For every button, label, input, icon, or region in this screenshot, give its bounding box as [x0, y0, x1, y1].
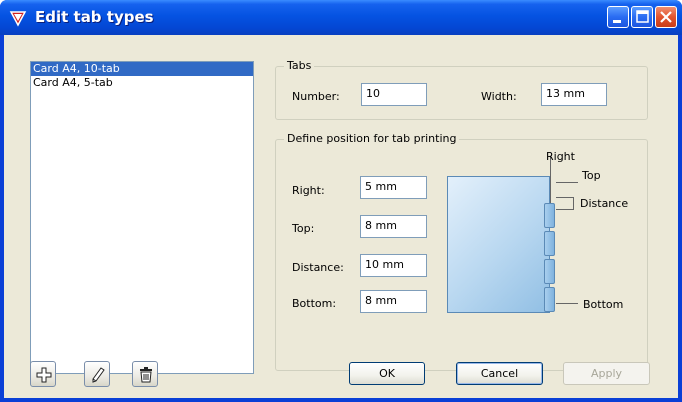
- dialog-window: Edit tab types Card A4, 10-tab Card A4, …: [0, 0, 682, 402]
- number-label: Number:: [292, 90, 340, 103]
- distance-leader: [573, 197, 574, 210]
- bottom-leader: [556, 303, 578, 304]
- top-field[interactable]: 8 mm: [360, 215, 427, 238]
- plus-icon: [36, 367, 52, 383]
- close-button[interactable]: [655, 6, 677, 28]
- position-group-legend: Define position for tab printing: [284, 132, 460, 145]
- window-title: Edit tab types: [35, 8, 154, 26]
- width-field[interactable]: 13 mm: [541, 83, 607, 106]
- pencil-icon: [92, 367, 105, 383]
- diagram-tab: [544, 259, 555, 284]
- apply-button[interactable]: Apply: [563, 362, 650, 385]
- trash-icon: [140, 367, 152, 383]
- list-item[interactable]: Card A4, 10-tab: [31, 62, 253, 76]
- delete-tab-type-button[interactable]: [132, 361, 158, 387]
- right-field[interactable]: 5 mm: [360, 176, 427, 199]
- bottom-label: Bottom:: [292, 297, 337, 310]
- maximize-button[interactable]: [631, 6, 653, 28]
- card-diagram: [447, 176, 550, 313]
- top-label: Top:: [292, 222, 315, 235]
- edit-tab-type-button[interactable]: [84, 361, 110, 387]
- diagram-tab: [544, 287, 555, 312]
- maximize-icon: [636, 10, 649, 23]
- minimize-button[interactable]: [607, 6, 629, 28]
- minimize-icon: [613, 20, 621, 23]
- close-icon: [660, 11, 672, 23]
- diagram-bottom-label: Bottom: [583, 298, 624, 311]
- add-tab-type-button[interactable]: [30, 361, 56, 387]
- diagram-right-label: Right: [546, 150, 575, 163]
- list-item[interactable]: Card A4, 5-tab: [31, 76, 253, 90]
- width-label: Width:: [481, 90, 517, 103]
- diagram-distance-label: Distance: [580, 197, 629, 210]
- distance-field[interactable]: 10 mm: [360, 254, 427, 277]
- distance-label: Distance:: [292, 261, 344, 274]
- distance-leader: [556, 209, 574, 210]
- dialog-body: Card A4, 10-tab Card A4, 5-tab Tabs Numb…: [4, 35, 678, 398]
- tab-type-list[interactable]: Card A4, 10-tab Card A4, 5-tab: [30, 61, 254, 374]
- diagram-top-label: Top: [582, 169, 601, 182]
- distance-leader: [556, 197, 574, 198]
- ok-button[interactable]: OK: [349, 362, 425, 385]
- bottom-field[interactable]: 8 mm: [360, 290, 427, 313]
- diagram-tab: [544, 231, 555, 256]
- tabs-group-legend: Tabs: [284, 59, 315, 72]
- top-leader: [556, 182, 578, 183]
- right-label: Right:: [292, 184, 325, 197]
- number-field[interactable]: 10: [361, 83, 427, 106]
- cancel-button[interactable]: Cancel: [456, 362, 543, 385]
- title-bar[interactable]: Edit tab types: [0, 0, 682, 35]
- app-icon: [9, 11, 27, 27]
- diagram-tab: [544, 203, 555, 228]
- right-indicator: [550, 156, 551, 203]
